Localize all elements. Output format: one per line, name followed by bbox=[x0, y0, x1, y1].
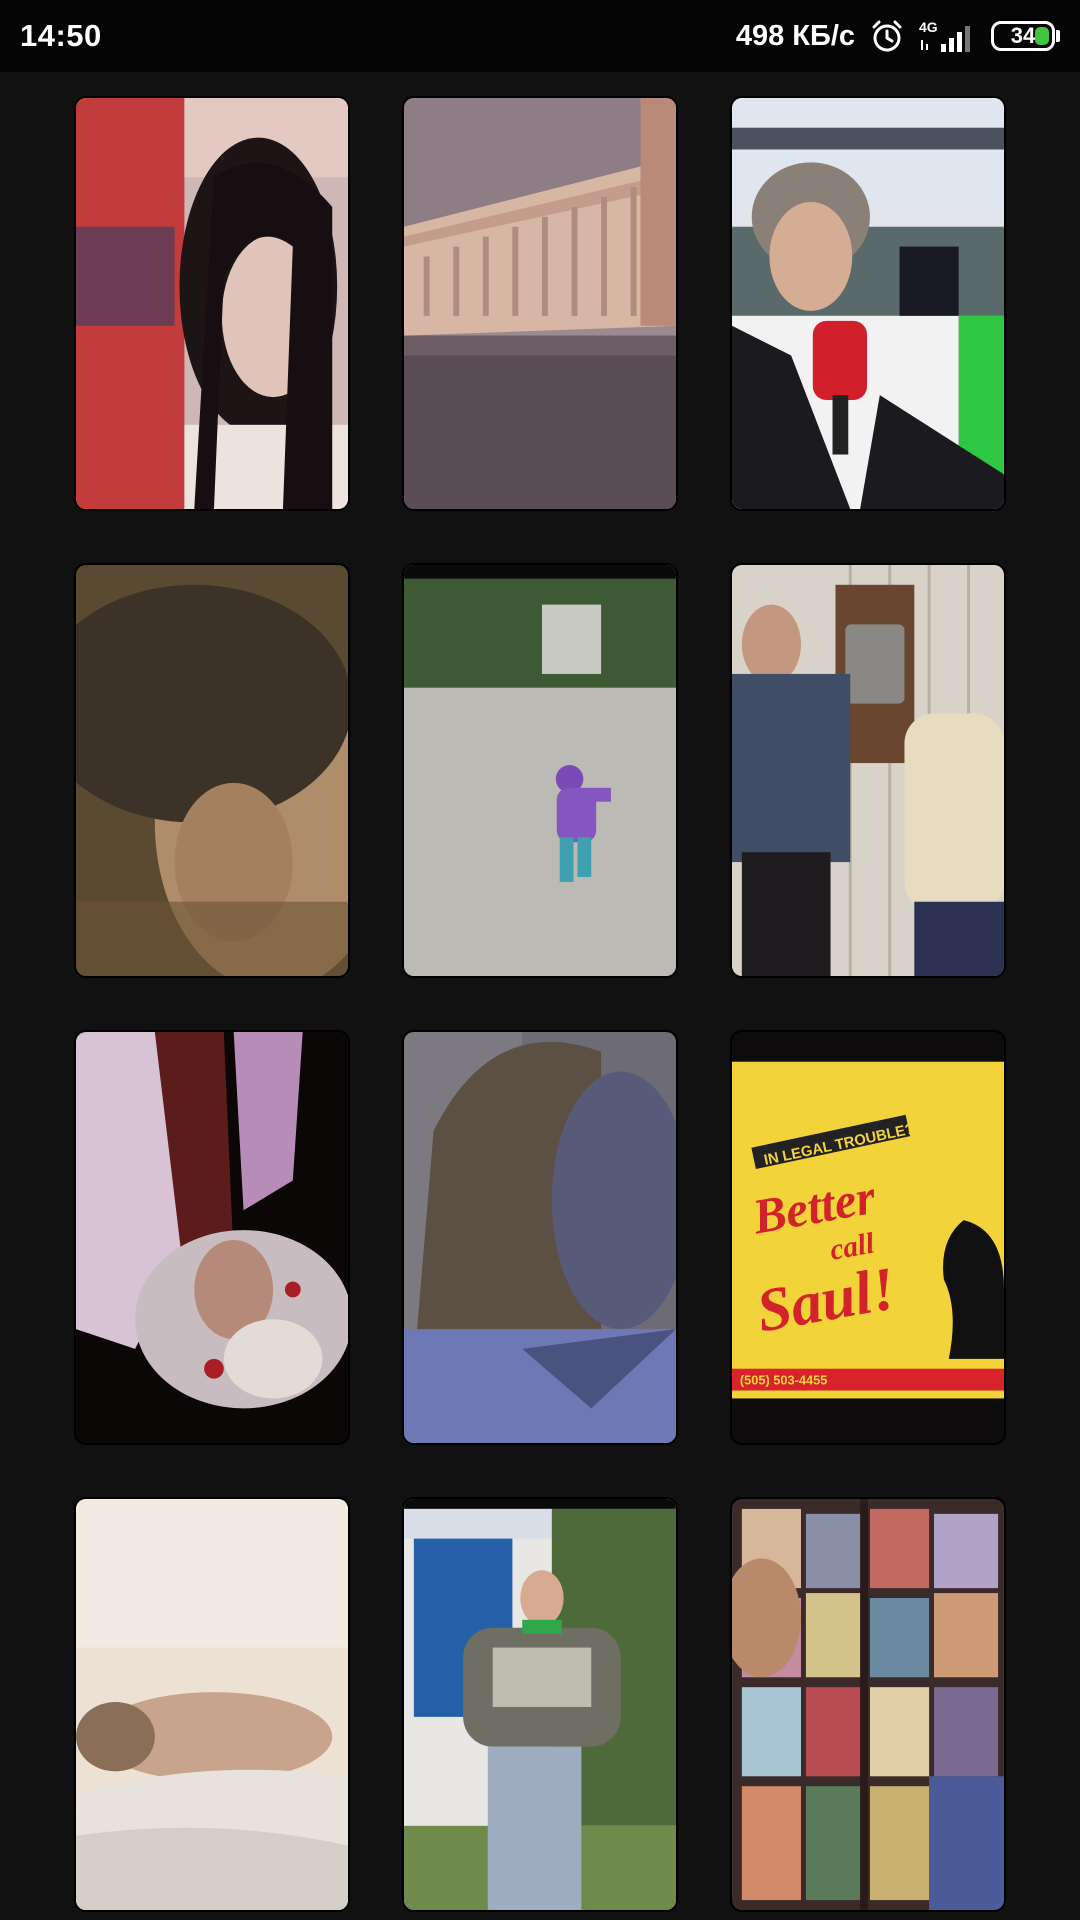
video-thumbnail-child-running[interactable] bbox=[402, 563, 678, 978]
video-thumbnail-magazine-stand[interactable] bbox=[730, 1497, 1006, 1912]
status-bar: 14:50 498 КБ/с 4G 34 bbox=[0, 0, 1080, 72]
status-right: 498 КБ/с 4G 34 bbox=[736, 18, 1060, 54]
video-thumbnail-man-walking[interactable] bbox=[402, 1497, 678, 1912]
video-thumbnail-apartment-building[interactable] bbox=[402, 96, 678, 511]
battery-icon: 34 bbox=[991, 21, 1060, 51]
alarm-icon bbox=[869, 18, 905, 54]
video-thumbnail-reporter-microphone[interactable] bbox=[730, 96, 1006, 511]
video-thumbnail-better-call-saul[interactable]: IN LEGAL TROUBLE? Better call Saul! (505… bbox=[730, 1030, 1006, 1445]
signal-icon: 4G bbox=[919, 18, 977, 54]
battery-level: 34 bbox=[1010, 23, 1036, 48]
video-thumbnail-woman-blue[interactable] bbox=[402, 1030, 678, 1445]
status-time: 14:50 bbox=[20, 18, 102, 53]
video-thumbnail-girl-portrait[interactable] bbox=[74, 96, 350, 511]
network-type-label: 4G bbox=[919, 19, 938, 35]
video-thumbnail-man-on-phone[interactable] bbox=[730, 563, 1006, 978]
video-thumbnail-blurred-face[interactable] bbox=[74, 563, 350, 978]
battery-fill bbox=[1035, 27, 1049, 45]
network-speed: 498 КБ/с bbox=[735, 19, 855, 52]
battery-body: 34 bbox=[991, 21, 1055, 51]
video-grid: IN LEGAL TROUBLE? Better call Saul! (505… bbox=[74, 96, 1006, 1912]
poster-phone: (505) 503-4455 bbox=[740, 1373, 828, 1388]
video-thumbnail-dark-figure[interactable] bbox=[74, 1030, 350, 1445]
video-thumbnail-man-lying[interactable] bbox=[74, 1497, 350, 1912]
battery-tip bbox=[1056, 30, 1060, 42]
